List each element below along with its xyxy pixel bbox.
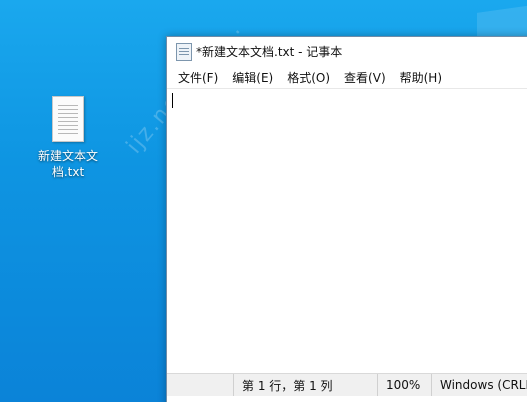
notepad-icon [176,42,192,61]
desktop-file-label: 新建文本文档.txt [37,149,98,179]
menu-view[interactable]: 查看(V) [337,67,393,88]
status-bar: 第 1 行，第 1 列 100% Windows (CRLF) [167,373,527,396]
menu-file[interactable]: 文件(F) [171,67,225,88]
menu-help[interactable]: 帮助(H) [393,67,449,88]
desktop: ijz.net 菜鸟... 新建文本文档.txt *新建文本文档.txt - 记… [0,0,527,402]
window-title: *新建文本文档.txt - 记事本 [196,45,343,59]
status-cursor-position: 第 1 行，第 1 列 [233,374,377,396]
status-spacer [167,374,233,396]
desktop-file-icon[interactable]: 新建文本文档.txt [28,96,108,180]
text-caret [172,93,173,108]
menu-format[interactable]: 格式(O) [280,67,337,88]
status-zoom: 100% [377,374,431,396]
text-file-icon [52,96,84,142]
status-line-ending: Windows (CRLF) [431,374,527,396]
menu-bar: 文件(F) 编辑(E) 格式(O) 查看(V) 帮助(H) [167,66,527,88]
text-editor[interactable] [167,88,527,372]
notepad-window: *新建文本文档.txt - 记事本 文件(F) 编辑(E) 格式(O) 查看(V… [166,36,527,402]
title-bar[interactable]: *新建文本文档.txt - 记事本 [167,37,527,66]
menu-edit[interactable]: 编辑(E) [225,67,280,88]
